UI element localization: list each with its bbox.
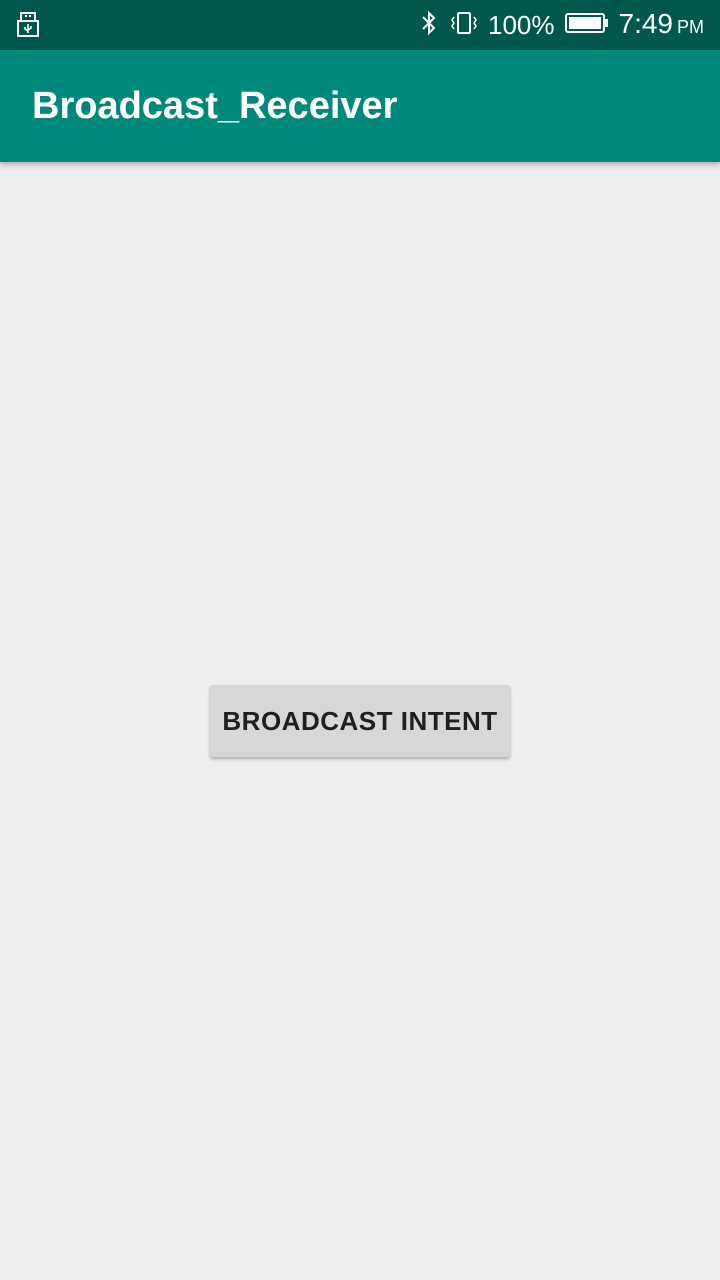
battery-percent: 100% [488, 10, 555, 40]
vibrate-icon [450, 10, 478, 41]
app-bar: Broadcast_Receiver [0, 50, 720, 162]
usb-debug-icon [16, 12, 40, 38]
main-content: BROADCAST INTENT [0, 162, 720, 1280]
clock-ampm: PM [677, 16, 704, 37]
clock-time: 7:49 [618, 7, 674, 39]
app-title: Broadcast_Receiver [32, 85, 398, 127]
bluetooth-icon [418, 10, 440, 41]
status-indicators: 100% 7:49 PM [418, 0, 704, 50]
battery-full-icon [564, 12, 609, 39]
status-bar: 100% 7:49 PM [0, 0, 720, 50]
clock: 7:49 PM [619, 0, 705, 52]
broadcast-intent-button[interactable]: BROADCAST INTENT [210, 685, 510, 757]
